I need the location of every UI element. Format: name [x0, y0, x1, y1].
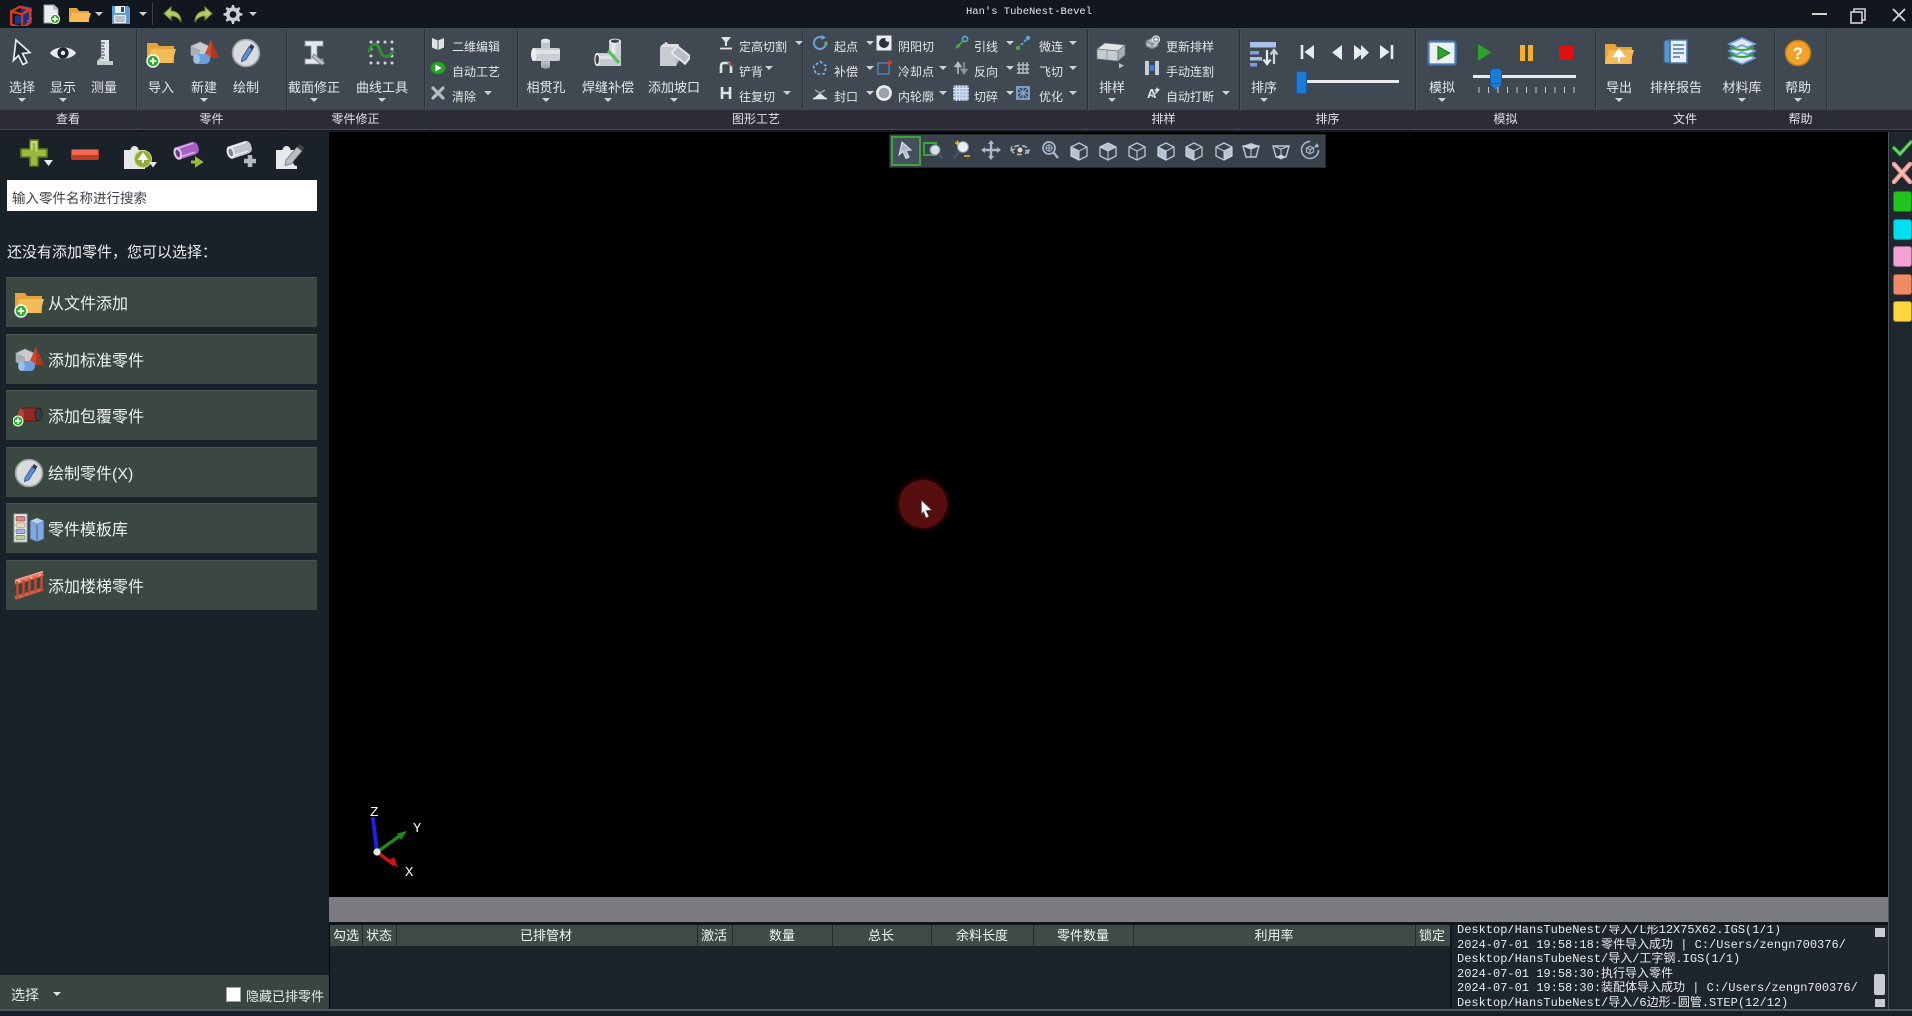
svg-text:?: ? — [1793, 44, 1803, 63]
svg-text:X: X — [405, 865, 414, 880]
svg-text:Y: Y — [413, 821, 422, 837]
svg-text:Z: Z — [370, 805, 378, 821]
